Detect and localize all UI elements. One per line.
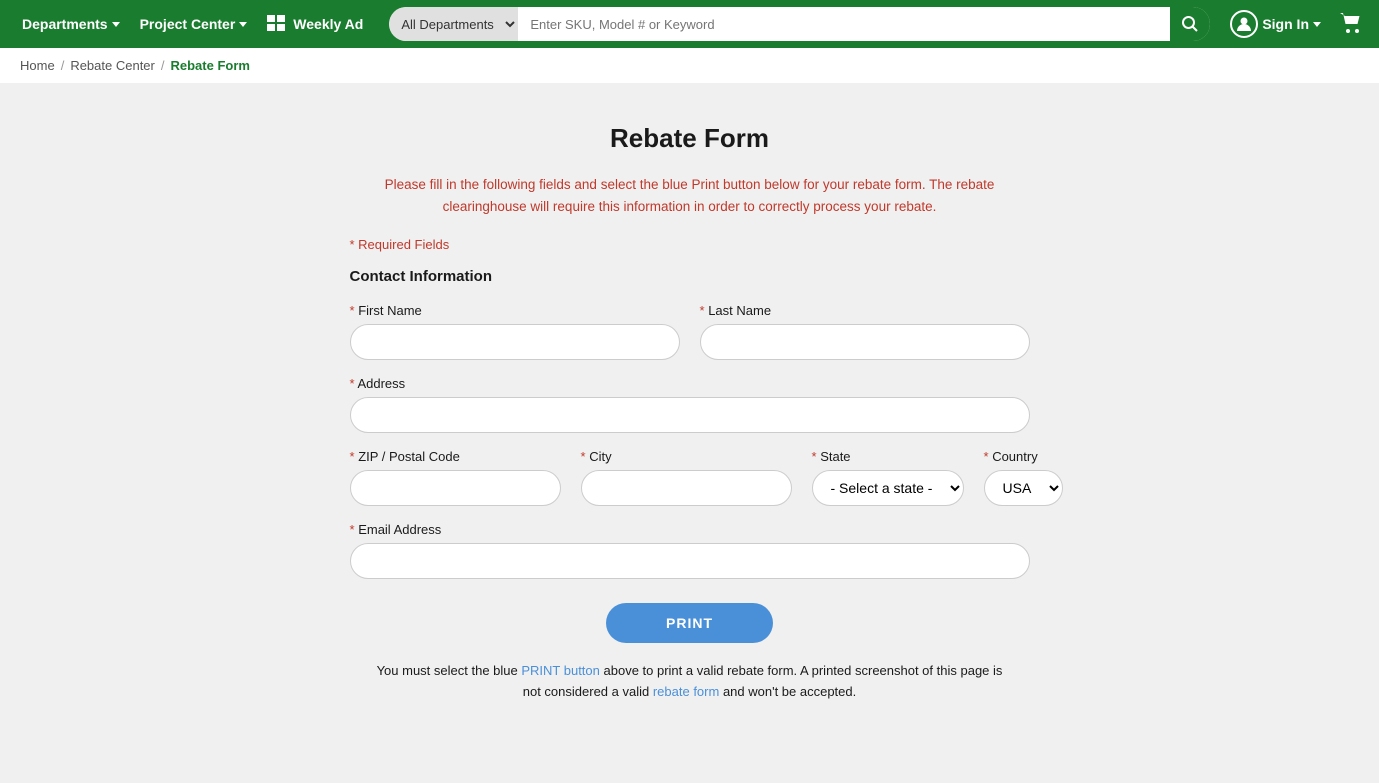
zip-label: * ZIP / Postal Code bbox=[350, 449, 561, 464]
departments-chevron-icon bbox=[112, 22, 120, 27]
breadcrumb-sep-2: / bbox=[161, 58, 165, 73]
search-bar: All Departments bbox=[389, 7, 1210, 41]
breadcrumb: Home / Rebate Center / Rebate Form bbox=[0, 48, 1379, 83]
city-input[interactable] bbox=[581, 470, 792, 506]
search-input[interactable] bbox=[518, 7, 1170, 41]
last-name-label: * Last Name bbox=[700, 303, 1030, 318]
zip-group: * ZIP / Postal Code bbox=[350, 449, 561, 506]
rebate-highlight: rebate form bbox=[653, 684, 719, 699]
search-icon bbox=[1182, 16, 1198, 32]
main-header: Departments Project Center Weekly Ad All… bbox=[0, 0, 1379, 48]
zip-input[interactable] bbox=[350, 470, 561, 506]
sign-in-area[interactable]: Sign In bbox=[1230, 10, 1321, 38]
address-input[interactable] bbox=[350, 397, 1030, 433]
form-title: Rebate Form bbox=[350, 123, 1030, 154]
project-center-label: Project Center bbox=[140, 16, 236, 32]
department-select[interactable]: All Departments bbox=[389, 7, 518, 41]
last-name-input[interactable] bbox=[700, 324, 1030, 360]
project-center-chevron-icon bbox=[239, 22, 247, 27]
first-name-input[interactable] bbox=[350, 324, 680, 360]
cart-button[interactable] bbox=[1339, 12, 1363, 37]
first-name-label: * First Name bbox=[350, 303, 680, 318]
cart-icon bbox=[1339, 12, 1363, 34]
form-description: Please fill in the following fields and … bbox=[380, 174, 1000, 217]
country-group: * Country USA bbox=[984, 449, 1063, 506]
departments-label: Departments bbox=[22, 16, 108, 32]
required-note: * Required Fields bbox=[350, 237, 1030, 252]
user-icon bbox=[1230, 10, 1258, 38]
address-group: * Address bbox=[350, 376, 1030, 433]
search-button[interactable] bbox=[1170, 7, 1210, 41]
breadcrumb-home[interactable]: Home bbox=[20, 58, 55, 73]
location-row: * ZIP / Postal Code * City * State - Sel… bbox=[350, 449, 1030, 506]
email-row: * Email Address bbox=[350, 522, 1030, 579]
country-label: * Country bbox=[984, 449, 1063, 464]
departments-nav[interactable]: Departments bbox=[16, 16, 126, 32]
contact-section-title: Contact Information bbox=[350, 268, 1030, 285]
email-group: * Email Address bbox=[350, 522, 1030, 579]
first-name-group: * First Name bbox=[350, 303, 680, 360]
state-group: * State - Select a state - bbox=[812, 449, 964, 506]
email-label: * Email Address bbox=[350, 522, 1030, 537]
state-label: * State bbox=[812, 449, 964, 464]
weekly-ad-nav[interactable]: Weekly Ad bbox=[261, 15, 369, 34]
breadcrumb-current: Rebate Form bbox=[171, 58, 250, 73]
city-label: * City bbox=[581, 449, 792, 464]
country-select[interactable]: USA bbox=[984, 470, 1063, 506]
sign-in-label: Sign In bbox=[1262, 16, 1309, 32]
print-highlight: PRINT button bbox=[521, 663, 600, 678]
city-group: * City bbox=[581, 449, 792, 506]
breadcrumb-sep-1: / bbox=[61, 58, 65, 73]
email-input[interactable] bbox=[350, 543, 1030, 579]
weekly-ad-label: Weekly Ad bbox=[293, 16, 363, 32]
print-button[interactable]: PRINT bbox=[606, 603, 773, 643]
sign-in-chevron-icon bbox=[1313, 22, 1321, 27]
address-row: * Address bbox=[350, 376, 1030, 433]
name-row: * First Name * Last Name bbox=[350, 303, 1030, 360]
breadcrumb-rebate-center[interactable]: Rebate Center bbox=[70, 58, 155, 73]
weekly-ad-grid-icon bbox=[267, 15, 285, 34]
address-label: * Address bbox=[350, 376, 1030, 391]
rebate-form-container: Rebate Form Please fill in the following… bbox=[310, 83, 1070, 743]
main-content: Rebate Form Please fill in the following… bbox=[0, 83, 1379, 783]
last-name-group: * Last Name bbox=[700, 303, 1030, 360]
project-center-nav[interactable]: Project Center bbox=[134, 16, 254, 32]
print-note: You must select the blue PRINT button ab… bbox=[370, 661, 1010, 703]
state-select[interactable]: - Select a state - bbox=[812, 470, 964, 506]
